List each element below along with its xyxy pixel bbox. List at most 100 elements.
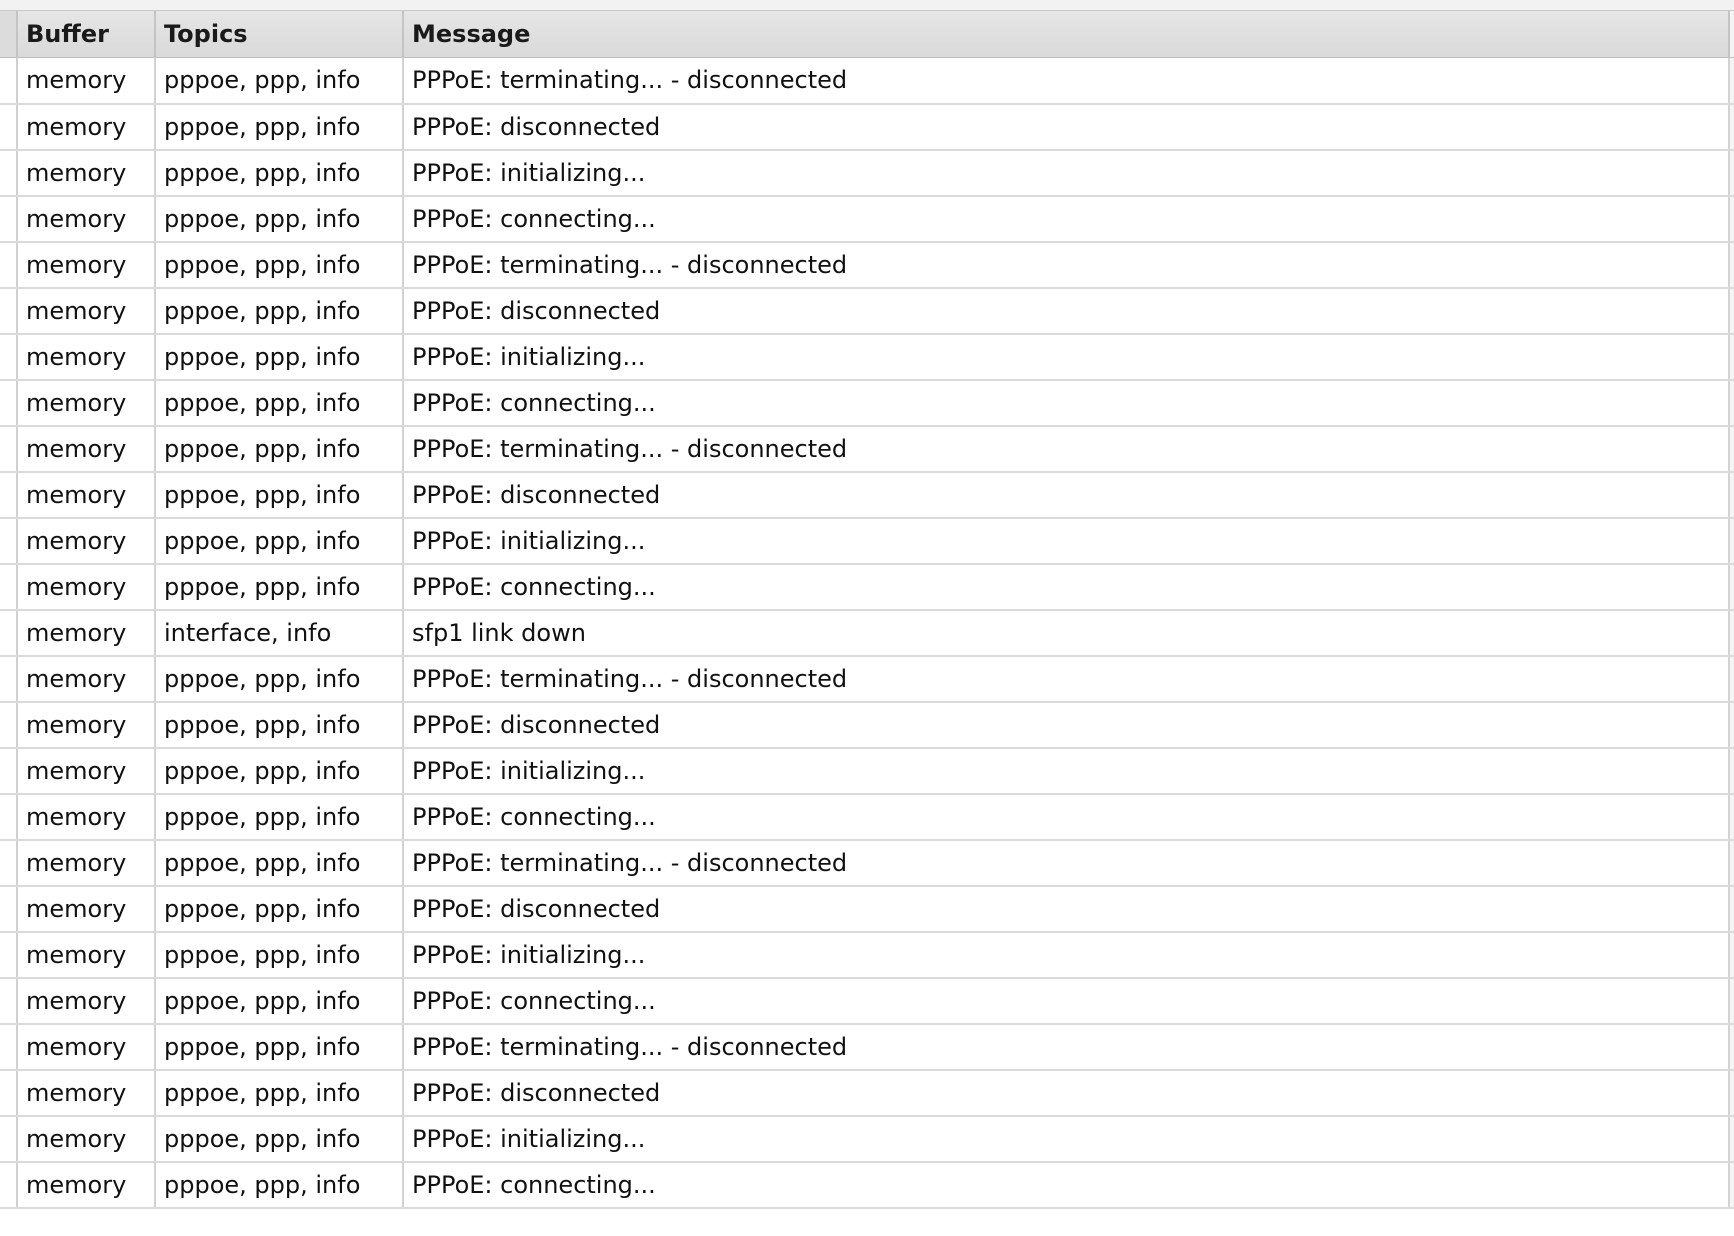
table-row[interactable]: memory pppoe, ppp, info PPPoE: terminating…	[0, 57, 1734, 105]
message-cell: PPPoE: terminating... - disconnected	[403, 839, 1730, 887]
table-right-edge	[1728, 931, 1734, 979]
header-row: Buffer Topics Message	[0, 11, 1734, 58]
table-right-edge	[1728, 839, 1734, 887]
row-select-cell[interactable]	[0, 379, 18, 427]
table-row[interactable]: memory pppoe, ppp, info PPPoE: initializin…	[0, 517, 1734, 565]
table-row[interactable]: memory pppoe, ppp, info PPPoE: connecting.…	[0, 379, 1734, 427]
row-select-cell[interactable]	[0, 931, 18, 979]
table-row[interactable]: memory pppoe, ppp, info PPPoE: terminating…	[0, 1023, 1734, 1071]
column-header-buffer[interactable]: Buffer	[17, 11, 156, 58]
row-select-cell[interactable]	[0, 333, 18, 381]
message-cell: PPPoE: connecting...	[403, 1161, 1730, 1209]
table-row[interactable]: memory pppoe, ppp, info PPPoE: disconnecte…	[0, 701, 1734, 749]
row-select-cell[interactable]	[0, 1069, 18, 1117]
topics-cell: pppoe, ppp, info	[155, 885, 404, 933]
table-right-edge	[1728, 11, 1734, 58]
message-cell: PPPoE: terminating... - disconnected	[403, 57, 1730, 105]
row-select-cell[interactable]	[0, 701, 18, 749]
row-select-header[interactable]	[0, 11, 18, 58]
table-row[interactable]: memory pppoe, ppp, info PPPoE: disconnecte…	[0, 1069, 1734, 1117]
table-row[interactable]: memory interface, info sfp1 link down	[0, 609, 1734, 657]
topics-cell: pppoe, ppp, info	[155, 839, 404, 887]
table-row[interactable]: memory pppoe, ppp, info PPPoE: terminating…	[0, 425, 1734, 473]
table-row[interactable]: memory pppoe, ppp, info PPPoE: terminating…	[0, 839, 1734, 887]
topics-cell: pppoe, ppp, info	[155, 287, 404, 335]
row-select-cell[interactable]	[0, 195, 18, 243]
row-select-cell[interactable]	[0, 517, 18, 565]
row-select-cell[interactable]	[0, 747, 18, 795]
row-select-cell[interactable]	[0, 425, 18, 473]
buffer-cell: memory	[17, 287, 156, 335]
topics-cell: pppoe, ppp, info	[155, 931, 404, 979]
table-row[interactable]: memory pppoe, ppp, info PPPoE: disconnecte…	[0, 885, 1734, 933]
row-select-cell[interactable]	[0, 563, 18, 611]
column-header-topics[interactable]: Topics	[155, 11, 404, 58]
table-right-edge	[1728, 379, 1734, 427]
topics-cell: interface, info	[155, 609, 404, 657]
row-select-cell[interactable]	[0, 1023, 18, 1071]
topics-cell: pppoe, ppp, info	[155, 471, 404, 519]
buffer-cell: memory	[17, 1069, 156, 1117]
message-cell: PPPoE: connecting...	[403, 793, 1730, 841]
topics-cell: pppoe, ppp, info	[155, 1069, 404, 1117]
buffer-cell: memory	[17, 471, 156, 519]
buffer-cell: memory	[17, 655, 156, 703]
row-select-cell[interactable]	[0, 839, 18, 887]
buffer-cell: memory	[17, 793, 156, 841]
table-right-edge	[1728, 701, 1734, 749]
table-right-edge	[1728, 57, 1734, 105]
message-cell: PPPoE: disconnected	[403, 1069, 1730, 1117]
table-row[interactable]: memory pppoe, ppp, info PPPoE: disconnecte…	[0, 287, 1734, 335]
message-cell: PPPoE: disconnected	[403, 885, 1730, 933]
row-select-cell[interactable]	[0, 793, 18, 841]
row-select-cell[interactable]	[0, 57, 18, 105]
topics-cell: pppoe, ppp, info	[155, 655, 404, 703]
table-row[interactable]: memory pppoe, ppp, info PPPoE: connecting.…	[0, 1161, 1734, 1209]
buffer-cell: memory	[17, 149, 156, 197]
table-row[interactable]: memory pppoe, ppp, info PPPoE: disconnecte…	[0, 103, 1734, 151]
row-select-cell[interactable]	[0, 287, 18, 335]
buffer-cell: memory	[17, 517, 156, 565]
message-cell: PPPoE: connecting...	[403, 195, 1730, 243]
table-right-edge	[1728, 333, 1734, 381]
row-select-cell[interactable]	[0, 149, 18, 197]
table-row[interactable]: memory pppoe, ppp, info PPPoE: terminating…	[0, 655, 1734, 703]
table-row[interactable]: memory pppoe, ppp, info PPPoE: terminating…	[0, 241, 1734, 289]
table-right-edge	[1728, 655, 1734, 703]
table-right-edge	[1728, 885, 1734, 933]
row-select-cell[interactable]	[0, 1161, 18, 1209]
message-cell: sfp1 link down	[403, 609, 1730, 657]
table-right-edge	[1728, 241, 1734, 289]
table-right-edge	[1728, 793, 1734, 841]
table-row[interactable]: memory pppoe, ppp, info PPPoE: connecting.…	[0, 793, 1734, 841]
row-select-cell[interactable]	[0, 655, 18, 703]
row-select-cell[interactable]	[0, 1115, 18, 1163]
table-right-edge	[1728, 195, 1734, 243]
topics-cell: pppoe, ppp, info	[155, 425, 404, 473]
row-select-cell[interactable]	[0, 103, 18, 151]
log-table-header: Buffer Topics Message	[0, 11, 1734, 58]
message-cell: PPPoE: initializing...	[403, 149, 1730, 197]
row-select-cell[interactable]	[0, 609, 18, 657]
table-row[interactable]: memory pppoe, ppp, info PPPoE: connecting.…	[0, 563, 1734, 611]
row-select-cell[interactable]	[0, 977, 18, 1025]
table-row[interactable]: memory pppoe, ppp, info PPPoE: initializin…	[0, 1115, 1734, 1163]
table-right-edge	[1728, 287, 1734, 335]
column-header-message[interactable]: Message	[403, 11, 1730, 58]
row-select-cell[interactable]	[0, 471, 18, 519]
table-right-edge	[1728, 517, 1734, 565]
buffer-cell: memory	[17, 747, 156, 795]
table-row[interactable]: memory pppoe, ppp, info PPPoE: connecting.…	[0, 195, 1734, 243]
table-row[interactable]: memory pppoe, ppp, info PPPoE: initializin…	[0, 333, 1734, 381]
table-row[interactable]: memory pppoe, ppp, info PPPoE: initializin…	[0, 747, 1734, 795]
buffer-cell: memory	[17, 701, 156, 749]
table-row[interactable]: memory pppoe, ppp, info PPPoE: disconnecte…	[0, 471, 1734, 519]
table-row[interactable]: memory pppoe, ppp, info PPPoE: connecting.…	[0, 977, 1734, 1025]
row-select-cell[interactable]	[0, 241, 18, 289]
row-select-cell[interactable]	[0, 885, 18, 933]
table-row[interactable]: memory pppoe, ppp, info PPPoE: initializin…	[0, 931, 1734, 979]
message-cell: PPPoE: initializing...	[403, 747, 1730, 795]
table-right-edge	[1728, 103, 1734, 151]
buffer-cell: memory	[17, 931, 156, 979]
table-row[interactable]: memory pppoe, ppp, info PPPoE: initializin…	[0, 149, 1734, 197]
